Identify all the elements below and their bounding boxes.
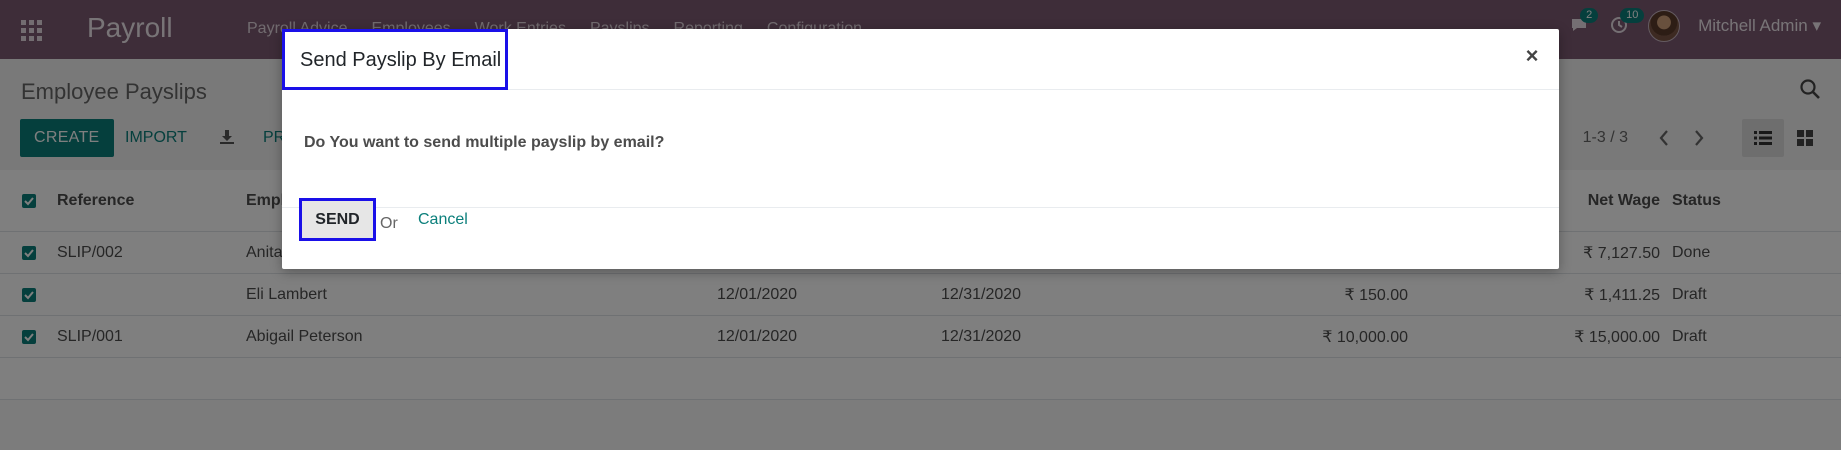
dialog-header: Send Payslip By Email ×	[282, 29, 1559, 90]
send-payslip-dialog: Send Payslip By Email × Do You want to s…	[282, 29, 1559, 269]
close-icon[interactable]: ×	[1521, 45, 1543, 67]
dialog-footer	[282, 208, 1559, 269]
or-separator: Or	[380, 215, 398, 232]
dialog-title: Send Payslip By Email	[282, 29, 509, 90]
cancel-button[interactable]: Cancel	[418, 211, 468, 229]
dialog-question: Do You want to send multiple payslip by …	[304, 134, 665, 151]
send-button[interactable]: SEND	[299, 198, 376, 241]
dialog-body: Do You want to send multiple payslip by …	[282, 90, 1559, 208]
